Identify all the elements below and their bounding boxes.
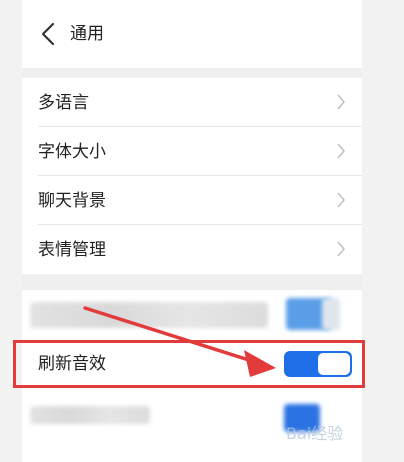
chevron-left-icon[interactable] — [38, 20, 60, 48]
setting-label: 表情管理 — [38, 240, 106, 260]
watermark: Bai经验 — [286, 424, 344, 443]
setting-item-font-size[interactable]: 字体大小 — [22, 127, 362, 176]
chevron-right-icon — [337, 192, 345, 208]
setting-item-chat-background[interactable]: 聊天背景 — [22, 176, 362, 225]
highlight-box — [13, 340, 365, 388]
chevron-right-icon — [337, 241, 345, 257]
blurred-toggle-knob — [322, 298, 340, 330]
chevron-right-icon — [337, 143, 345, 159]
blurred-label — [30, 302, 268, 328]
blurred-label — [30, 406, 150, 424]
settings-list: 多语言 字体大小 聊天背景 表情管理 — [22, 78, 362, 274]
setting-label: 聊天背景 — [38, 191, 106, 211]
setting-item-language[interactable]: 多语言 — [22, 78, 362, 127]
setting-item-emoji-management[interactable]: 表情管理 — [22, 225, 362, 274]
chevron-right-icon — [337, 94, 345, 110]
setting-label: 字体大小 — [38, 142, 106, 162]
blurred-setting-row — [22, 290, 362, 338]
setting-label: 多语言 — [38, 93, 89, 113]
page-title: 通用 — [70, 24, 104, 44]
page-header: 通用 — [22, 0, 362, 68]
